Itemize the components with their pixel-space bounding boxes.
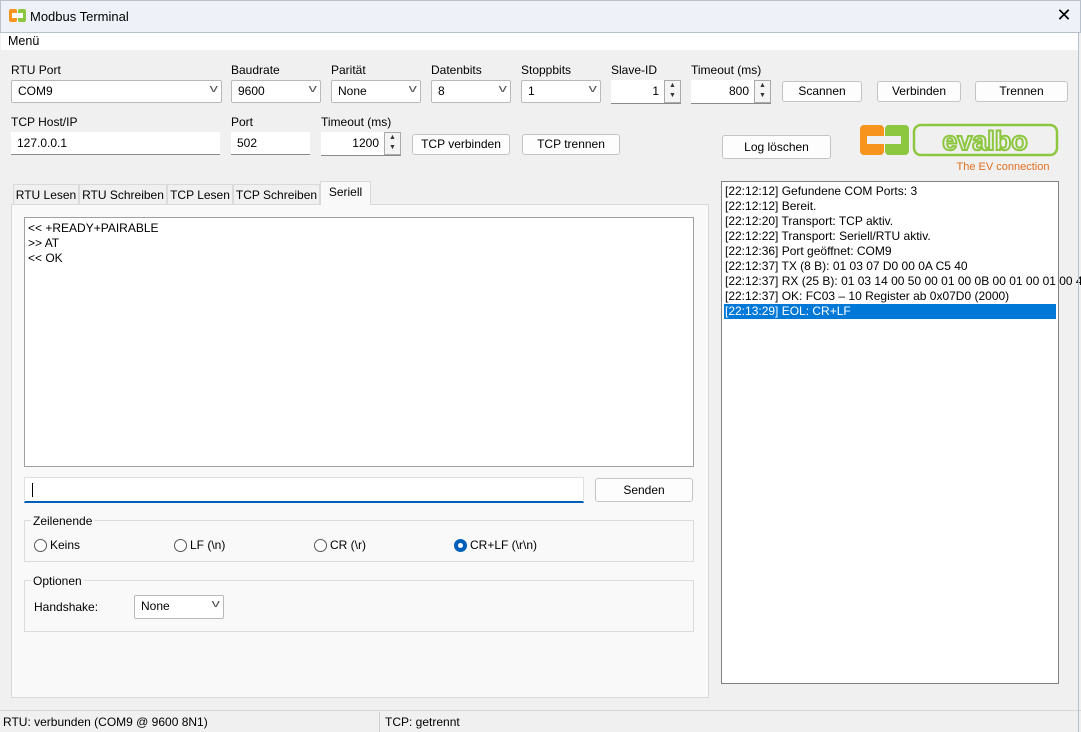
menu-bar (1, 33, 1079, 50)
rtu-timeout-stepper[interactable]: 800 ▲ ▼ (691, 80, 771, 104)
chevron-down-icon: v (209, 83, 218, 95)
rtu-port-value: COM9 (18, 84, 53, 98)
tcp-disconnect-button[interactable]: TCP trennen (522, 134, 620, 155)
close-icon[interactable]: ✕ (1054, 4, 1074, 26)
tcp-port-label: Port (231, 115, 254, 129)
status-divider (379, 712, 380, 732)
rtu-port-select[interactable]: COM9 v (11, 80, 222, 103)
menu-item-menu[interactable]: Menü (8, 34, 39, 48)
radio-icon (34, 538, 47, 552)
spinner-arrows-icon[interactable]: ▲ ▼ (664, 80, 681, 103)
log-entry[interactable]: [22:12:36] Port geöffnet: COM9 (724, 244, 1056, 259)
serial-line: << +READY+PAIRABLE (28, 221, 159, 235)
parity-value: None (338, 84, 367, 98)
tcp-timeout-stepper[interactable]: 1200 ▲ ▼ (321, 132, 401, 156)
svg-text:The EV connection: The EV connection (957, 161, 1050, 173)
handshake-value: None (141, 599, 170, 613)
eol-radio-none[interactable]: Keins (34, 538, 80, 552)
serial-send-input[interactable] (24, 477, 584, 503)
tcp-timeout-value: 1200 (352, 136, 379, 150)
log-entry[interactable]: [22:12:37] RX (25 B): 01 03 14 00 50 00 … (724, 274, 1081, 289)
stopbits-label: Stoppbits (521, 63, 572, 77)
eol-radio-crlf[interactable]: CR+LF (\r\n) (454, 538, 537, 552)
parity-label: Parität (331, 63, 366, 77)
connect-button[interactable]: Verbinden (877, 81, 961, 102)
rtu-port-label: RTU Port (11, 63, 61, 77)
status-tcp: TCP: getrennt (385, 715, 460, 729)
log-entry[interactable]: [22:12:20] Transport: TCP aktiv. (724, 214, 1056, 229)
stopbits-value: 1 (528, 84, 535, 98)
databits-value: 8 (438, 84, 445, 98)
text-caret (32, 483, 33, 497)
radio-label: LF (\n) (190, 538, 226, 552)
clear-log-button[interactable]: Log löschen (722, 135, 831, 159)
rtu-timeout-label: Timeout (ms) (691, 63, 762, 77)
scan-button[interactable]: Scannen (782, 81, 862, 102)
tab-tcp-lesen[interactable]: TCP Lesen (167, 184, 233, 205)
svg-text:evalbo: evalbo (942, 126, 1028, 156)
serial-line: >> AT (28, 236, 60, 250)
log-entry[interactable]: [22:12:12] Gefundene COM Ports: 3 (724, 184, 1056, 199)
serial-line: << OK (28, 251, 63, 265)
tcp-connect-button[interactable]: TCP verbinden (412, 134, 510, 155)
log-entry[interactable]: [22:12:22] Transport: Seriell/RTU aktiv. (724, 229, 1056, 244)
disconnect-button[interactable]: Trennen (975, 81, 1068, 102)
parity-select[interactable]: None v (331, 80, 421, 103)
tcp-host-input[interactable]: 127.0.0.1 (11, 132, 220, 155)
status-rtu: RTU: verbunden (COM9 @ 9600 8N1) (3, 715, 208, 729)
tcp-host-label: TCP Host/IP (11, 115, 78, 129)
slave-id-value: 1 (652, 84, 659, 98)
eol-radio-lf[interactable]: LF (\n) (174, 538, 225, 552)
baudrate-label: Baudrate (231, 63, 280, 77)
title-bar (0, 0, 1081, 33)
slave-id-stepper[interactable]: 1 ▲ ▼ (611, 80, 681, 104)
databits-select[interactable]: 8v (431, 80, 511, 103)
chevron-down-icon: v (588, 83, 597, 95)
chevron-down-icon: v (498, 83, 507, 95)
log-list[interactable]: [22:12:12] Gefundene COM Ports: 3 [22:12:… (721, 181, 1081, 684)
tab-tcp-schreiben[interactable]: TCP Schreiben (233, 184, 320, 205)
stopbits-select[interactable]: 1v (521, 80, 601, 103)
options-group-title: Optionen (31, 574, 84, 588)
evalbo-logo: evalbo The EV connection (860, 123, 1059, 173)
tab-rtu-schreiben[interactable]: RTU Schreiben (79, 184, 167, 205)
tcp-timeout-label: Timeout (ms) (321, 115, 392, 129)
radio-label: CR+LF (\r\n) (470, 538, 538, 552)
app-icon (9, 9, 26, 22)
eol-radio-cr[interactable]: CR (\r) (314, 538, 366, 552)
chevron-down-icon: v (211, 598, 220, 610)
eol-group-title: Zeilenende (31, 514, 95, 528)
log-entry[interactable]: [22:13:29] EOL: CR+LF (724, 304, 1056, 319)
log-entry[interactable]: [22:12:37] TX (8 B): 01 03 07 D0 00 0A C… (724, 259, 1056, 274)
options-group (24, 580, 694, 632)
serial-output[interactable]: << +READY+PAIRABLE >> AT << OK (24, 217, 694, 467)
window-border (1078, 33, 1079, 732)
baudrate-value: 9600 (238, 84, 265, 98)
send-button[interactable]: Senden (595, 478, 693, 502)
window-title: Modbus Terminal (30, 9, 129, 24)
tcp-port-input[interactable]: 502 (231, 132, 310, 155)
baudrate-select[interactable]: 9600 v (231, 80, 321, 103)
radio-icon (314, 538, 327, 552)
handshake-label: Handshake: (34, 600, 99, 614)
handshake-select[interactable]: None v (134, 595, 224, 619)
spinner-arrows-icon[interactable]: ▲ ▼ (384, 132, 401, 155)
tab-rtu-lesen[interactable]: RTU Lesen (13, 184, 79, 205)
slave-id-label: Slave-ID (611, 63, 658, 77)
log-entry[interactable]: [22:12:37] OK: FC03 – 10 Register ab 0x0… (724, 289, 1056, 304)
radio-checked-icon (454, 538, 467, 552)
chevron-down-icon: v (408, 83, 417, 95)
radio-label: Keins (50, 538, 81, 552)
chevron-down-icon: v (308, 83, 317, 95)
databits-label: Datenbits (431, 63, 482, 77)
spinner-arrows-icon[interactable]: ▲ ▼ (754, 80, 771, 103)
radio-label: CR (\r) (330, 538, 366, 552)
rtu-timeout-value: 800 (728, 84, 749, 98)
tab-seriell[interactable]: Seriell (320, 181, 371, 205)
radio-icon (174, 538, 187, 552)
log-entry[interactable]: [22:12:12] Bereit. (724, 199, 1056, 214)
